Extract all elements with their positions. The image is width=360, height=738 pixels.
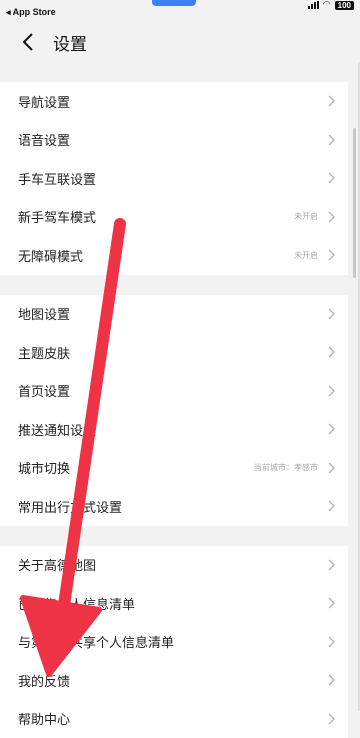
settings-row[interactable]: 首页设置 [0, 372, 348, 411]
chevron-right-icon [326, 248, 336, 262]
chevron-right-icon [326, 673, 336, 687]
settings-row[interactable]: 地图设置 [0, 295, 348, 334]
status-right: ◠ 100 [308, 0, 354, 10]
group-gap [0, 275, 348, 295]
chevron-right-icon [326, 384, 336, 398]
settings-row-label: 主题皮肤 [18, 343, 70, 362]
settings-row[interactable]: 常用出行方式设置 [0, 487, 348, 526]
settings-row-label: 手车互联设置 [18, 169, 96, 188]
wifi-icon: ◠ [323, 0, 331, 10]
settings-row-label: 无障碍模式 [18, 246, 83, 265]
app-store-back-link[interactable]: ◂ App Store [6, 7, 56, 18]
page-title: 设置 [53, 30, 87, 55]
settings-row-label: 推送通知设置 [18, 420, 96, 439]
settings-row-label: 帮助中心 [18, 709, 70, 728]
settings-row[interactable]: 帮助中心 [0, 700, 348, 738]
settings-row-label: 地图设置 [18, 304, 70, 323]
settings-row-value: 未开启 [294, 250, 318, 261]
settings-group: 地图设置主题皮肤首页设置推送通知设置城市切换 当前城市：孝感市常用出行方式设置 [0, 295, 348, 526]
status-bar: ◂ App Store ◠ 100 [0, 0, 360, 20]
settings-row-label: 导航设置 [18, 92, 70, 111]
status-indicator [152, 0, 196, 6]
settings-list: 导航设置语音设置手车互联设置新手驾车模式未开启无障碍模式未开启地图设置主题皮肤首… [0, 82, 348, 738]
chevron-right-icon [326, 210, 336, 224]
chevron-right-icon [326, 635, 336, 649]
settings-row[interactable]: 城市切换 当前城市：孝感市 [0, 449, 348, 488]
settings-row[interactable]: 新手驾车模式 未开启 [0, 198, 348, 237]
chevron-right-icon [326, 307, 336, 321]
settings-row-label: 与第三方共享个人信息清单 [18, 632, 174, 651]
chevron-right-icon [326, 558, 336, 572]
settings-row[interactable]: 已收集个人信息清单 [0, 584, 348, 623]
chevron-right-icon [326, 422, 336, 436]
settings-row[interactable]: 关于高德地图 [0, 546, 348, 585]
battery-icon: 100 [335, 1, 354, 10]
settings-row[interactable]: 无障碍模式 未开启 [0, 236, 348, 275]
settings-row-label: 关于高德地图 [18, 555, 96, 574]
settings-row[interactable]: 推送通知设置 [0, 410, 348, 449]
chevron-right-icon [326, 712, 336, 726]
signal-icon [308, 1, 319, 9]
nav-bar: 设置 [0, 22, 360, 62]
chevron-right-icon [326, 171, 336, 185]
chevron-right-icon [326, 499, 336, 513]
chevron-right-icon [326, 133, 336, 147]
settings-row[interactable]: 我的反馈 [0, 661, 348, 700]
settings-row-label: 语音设置 [18, 130, 70, 149]
settings-row-label: 新手驾车模式 [18, 207, 96, 226]
settings-row-value: 当前城市：孝感市 [254, 462, 318, 473]
settings-row-value: 未开启 [294, 211, 318, 222]
settings-row[interactable]: 主题皮肤 [0, 333, 348, 372]
settings-row-label: 我的反馈 [18, 671, 70, 690]
chevron-right-icon [326, 345, 336, 359]
settings-row-label: 已收集个人信息清单 [18, 594, 135, 613]
settings-group: 导航设置语音设置手车互联设置新手驾车模式未开启无障碍模式未开启 [0, 82, 348, 275]
settings-row[interactable]: 导航设置 [0, 82, 348, 121]
settings-row[interactable]: 与第三方共享个人信息清单 [0, 623, 348, 662]
back-arrow-icon [18, 30, 40, 54]
settings-row-label: 城市切换 [18, 458, 70, 477]
chevron-right-icon [326, 94, 336, 108]
settings-row-label: 首页设置 [18, 381, 70, 400]
settings-row[interactable]: 手车互联设置 [0, 159, 348, 198]
back-button[interactable] [18, 30, 40, 54]
settings-group: 关于高德地图已收集个人信息清单与第三方共享个人信息清单我的反馈帮助中心 [0, 546, 348, 738]
chevron-right-icon [326, 461, 336, 475]
group-gap [0, 526, 348, 546]
settings-row[interactable]: 语音设置 [0, 121, 348, 160]
settings-row-label: 常用出行方式设置 [18, 497, 122, 516]
scrollbar[interactable] [353, 128, 356, 278]
chevron-right-icon [326, 596, 336, 610]
